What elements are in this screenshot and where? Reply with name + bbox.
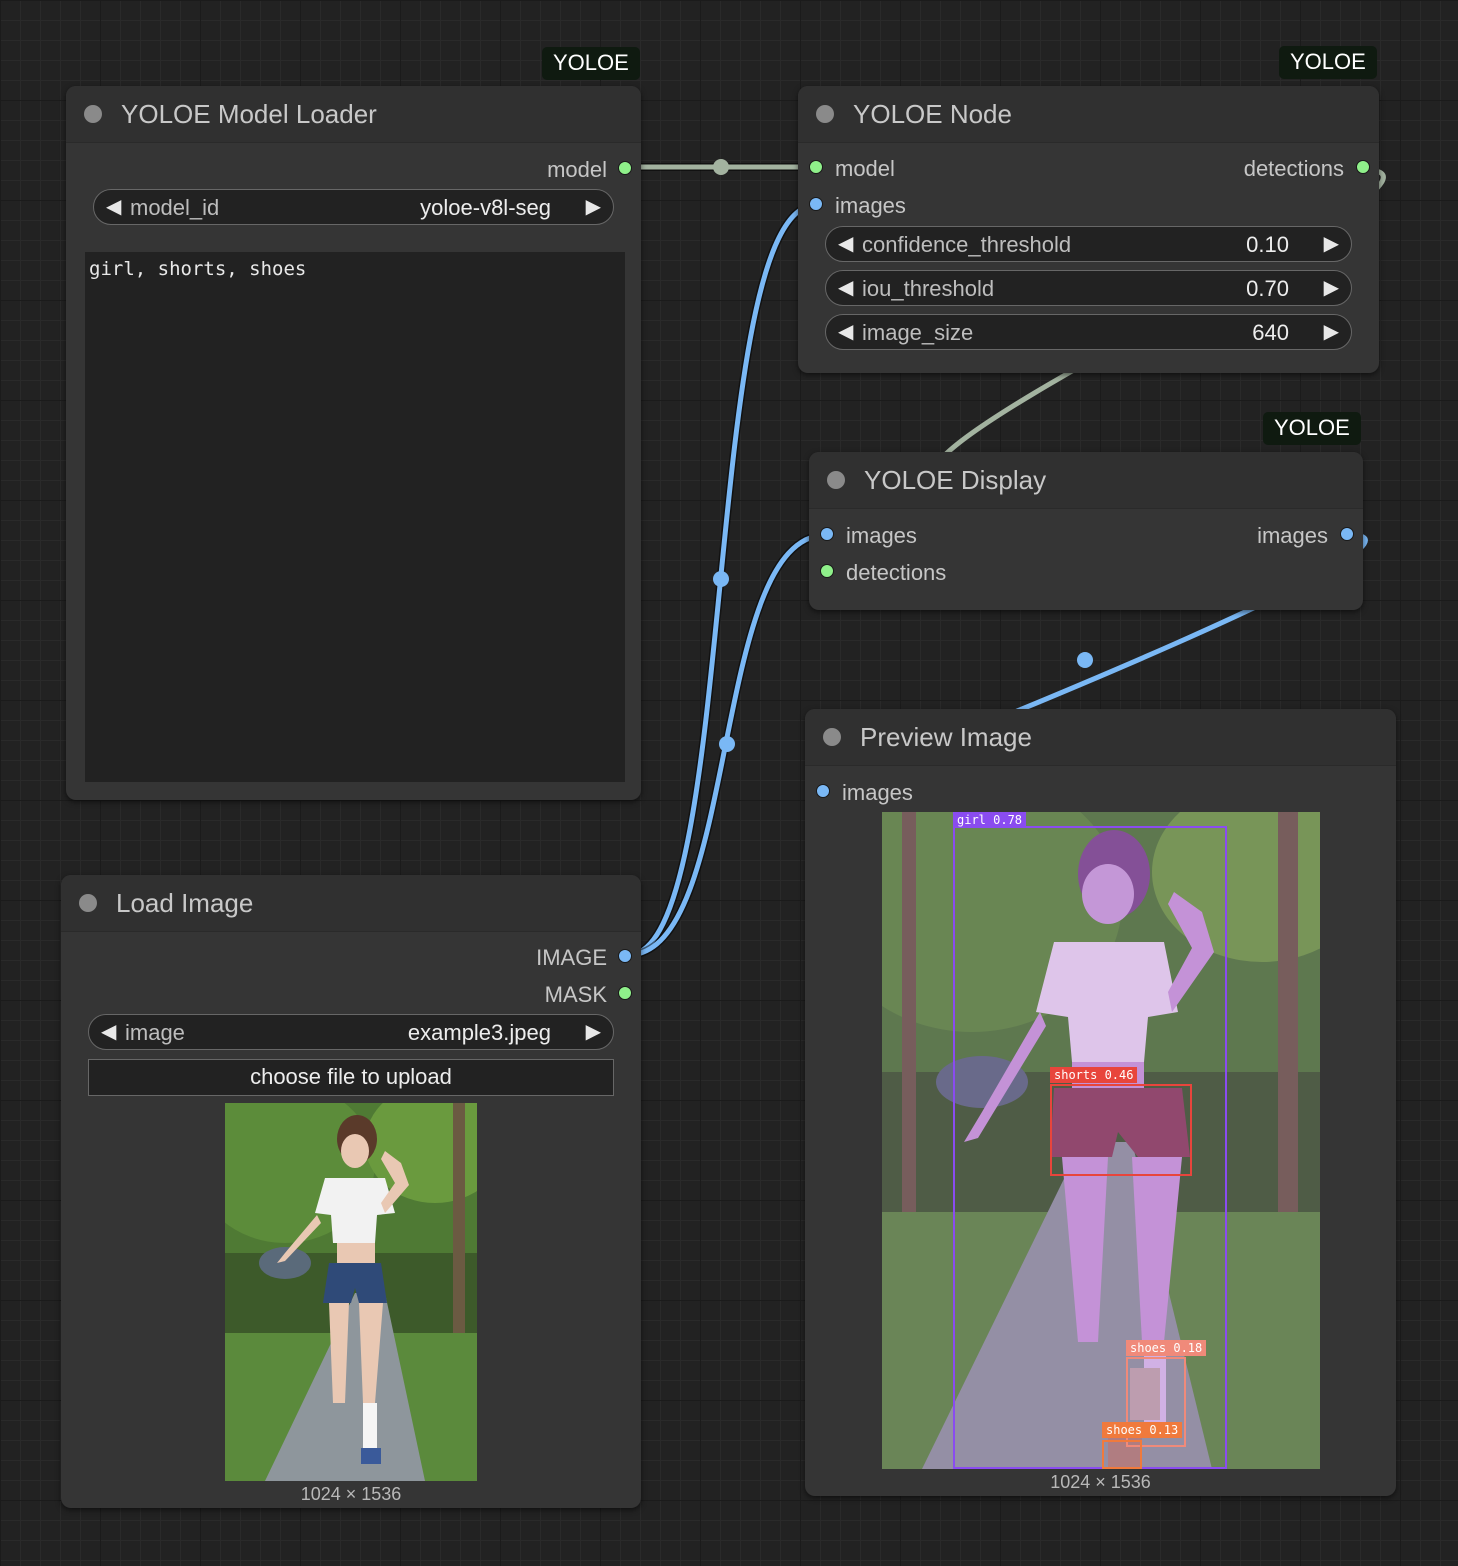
node-title: Load Image bbox=[116, 888, 254, 918]
output-model-slot[interactable] bbox=[618, 161, 632, 175]
link-image-midpoint-2 bbox=[719, 736, 735, 752]
decrement-arrow-icon[interactable]: ◀ bbox=[838, 231, 853, 256]
widget-value: yoloe-v8l-seg bbox=[420, 195, 551, 220]
detection-label-shorts: shorts 0.46 bbox=[1050, 1067, 1138, 1083]
increment-arrow-icon[interactable]: ▶ bbox=[586, 194, 601, 219]
widget-label: model_id bbox=[130, 195, 220, 220]
increment-arrow-icon[interactable]: ▶ bbox=[1324, 319, 1339, 344]
image-dimensions: 1024 × 1536 bbox=[1050, 1472, 1151, 1492]
preview-image-node[interactable]: Preview Image images girl 0.78 shorts 0.… bbox=[805, 709, 1396, 1496]
iou-threshold-number[interactable]: ◀ iou_threshold 0.70 ▶ bbox=[825, 270, 1352, 306]
node-title: YOLOE Model Loader bbox=[121, 99, 377, 129]
yoloe-node[interactable]: YOLOE Node model images detections ◀ con… bbox=[798, 86, 1379, 373]
node-title-bar[interactable]: YOLOE Node bbox=[798, 86, 1379, 143]
link-image-to-yoloe-node bbox=[627, 202, 817, 958]
detection-box-shoes-2 bbox=[1102, 1440, 1142, 1469]
output-image-slot[interactable] bbox=[618, 949, 632, 963]
input-images-label: images bbox=[846, 523, 917, 548]
collapse-dot-icon[interactable] bbox=[84, 105, 102, 123]
output-preview-image: girl 0.78 shorts 0.46 shoes 0.18 shoes 0… bbox=[882, 812, 1320, 1469]
decrement-arrow-icon[interactable]: ◀ bbox=[838, 275, 853, 300]
widget-label: image bbox=[125, 1020, 185, 1045]
input-detections-label: detections bbox=[846, 560, 947, 585]
detection-label-shoes-2: shoes 0.13 bbox=[1102, 1422, 1183, 1438]
link-model-midpoint bbox=[713, 159, 729, 175]
input-images-label: images bbox=[842, 780, 913, 805]
model-id-combo[interactable]: ◀ model_id yoloe-v8l-seg ▶ bbox=[93, 189, 614, 225]
upload-button[interactable]: choose file to upload bbox=[88, 1059, 614, 1096]
image-dimensions: 1024 × 1536 bbox=[300, 1484, 402, 1504]
decrement-arrow-icon[interactable]: ◀ bbox=[101, 1019, 116, 1044]
yoloe-model-loader-node[interactable]: YOLOE Model Loader model ◀ model_id yolo… bbox=[66, 86, 641, 800]
input-model-label: model bbox=[835, 156, 895, 181]
link-image-midpoint-1 bbox=[713, 571, 729, 587]
output-model-label: model bbox=[547, 157, 607, 182]
node-title-bar[interactable]: YOLOE Model Loader bbox=[66, 86, 641, 143]
load-image-node[interactable]: Load Image IMAGE MASK ◀ image example3.j… bbox=[61, 875, 641, 1508]
input-images-slot[interactable] bbox=[816, 784, 830, 798]
input-images-slot[interactable] bbox=[820, 527, 834, 541]
confidence-threshold-number[interactable]: ◀ confidence_threshold 0.10 ▶ bbox=[825, 226, 1352, 262]
image-combo[interactable]: ◀ image example3.jpeg ▶ bbox=[88, 1014, 614, 1050]
input-model-slot[interactable] bbox=[809, 160, 823, 174]
photo-illustration bbox=[225, 1103, 477, 1481]
widget-value: 640 bbox=[1252, 320, 1289, 345]
node-title-bar[interactable]: Load Image bbox=[61, 875, 641, 932]
input-images-label: images bbox=[835, 193, 906, 218]
yoloe-display-node[interactable]: YOLOE Display images detections images bbox=[809, 452, 1363, 610]
collapse-dot-icon[interactable] bbox=[816, 105, 834, 123]
node-title-bar[interactable]: Preview Image bbox=[805, 709, 1396, 766]
widget-label: confidence_threshold bbox=[862, 232, 1072, 257]
input-detections-slot[interactable] bbox=[820, 564, 834, 578]
node-title-bar[interactable]: YOLOE Display bbox=[809, 452, 1363, 509]
output-detections-slot[interactable] bbox=[1356, 160, 1370, 174]
input-images-slot[interactable] bbox=[809, 197, 823, 211]
detection-label-shoes-1: shoes 0.18 bbox=[1126, 1340, 1207, 1356]
decrement-arrow-icon[interactable]: ◀ bbox=[838, 319, 853, 344]
increment-arrow-icon[interactable]: ▶ bbox=[1324, 275, 1339, 300]
node-title: YOLOE Display bbox=[864, 465, 1047, 495]
output-images-label: images bbox=[1257, 523, 1328, 548]
node-title: Preview Image bbox=[860, 722, 1032, 752]
collapse-dot-icon[interactable] bbox=[823, 728, 841, 746]
collapse-dot-icon[interactable] bbox=[827, 471, 845, 489]
node-badge-yoloe-node: YOLOE bbox=[1279, 46, 1377, 79]
link-image-to-display bbox=[627, 532, 827, 958]
output-detections-label: detections bbox=[1243, 156, 1344, 181]
output-image-label: IMAGE bbox=[536, 945, 607, 970]
increment-arrow-icon[interactable]: ▶ bbox=[586, 1019, 601, 1044]
link-display-midpoint bbox=[1077, 652, 1093, 668]
output-mask-label: MASK bbox=[544, 982, 607, 1007]
input-image-thumbnail bbox=[225, 1103, 477, 1481]
output-images-slot[interactable] bbox=[1340, 527, 1354, 541]
detection-box-shorts bbox=[1050, 1084, 1192, 1176]
widget-label: image_size bbox=[862, 320, 974, 345]
increment-arrow-icon[interactable]: ▶ bbox=[1324, 231, 1339, 256]
widget-value: 0.10 bbox=[1246, 232, 1289, 257]
collapse-dot-icon[interactable] bbox=[79, 894, 97, 912]
node-badge-loader: YOLOE bbox=[542, 47, 640, 80]
decrement-arrow-icon[interactable]: ◀ bbox=[106, 194, 121, 219]
widget-value: 0.70 bbox=[1246, 276, 1289, 301]
node-badge-display: YOLOE bbox=[1263, 412, 1361, 445]
widget-label: iou_threshold bbox=[862, 276, 995, 301]
prompt-textarea[interactable]: girl, shorts, shoes bbox=[85, 252, 625, 782]
detection-label-girl: girl 0.78 bbox=[953, 812, 1027, 828]
widget-value: example3.jpeg bbox=[407, 1020, 551, 1045]
node-title: YOLOE Node bbox=[853, 99, 1012, 129]
image-size-number[interactable]: ◀ image_size 640 ▶ bbox=[825, 314, 1352, 350]
output-mask-slot[interactable] bbox=[618, 986, 632, 1000]
